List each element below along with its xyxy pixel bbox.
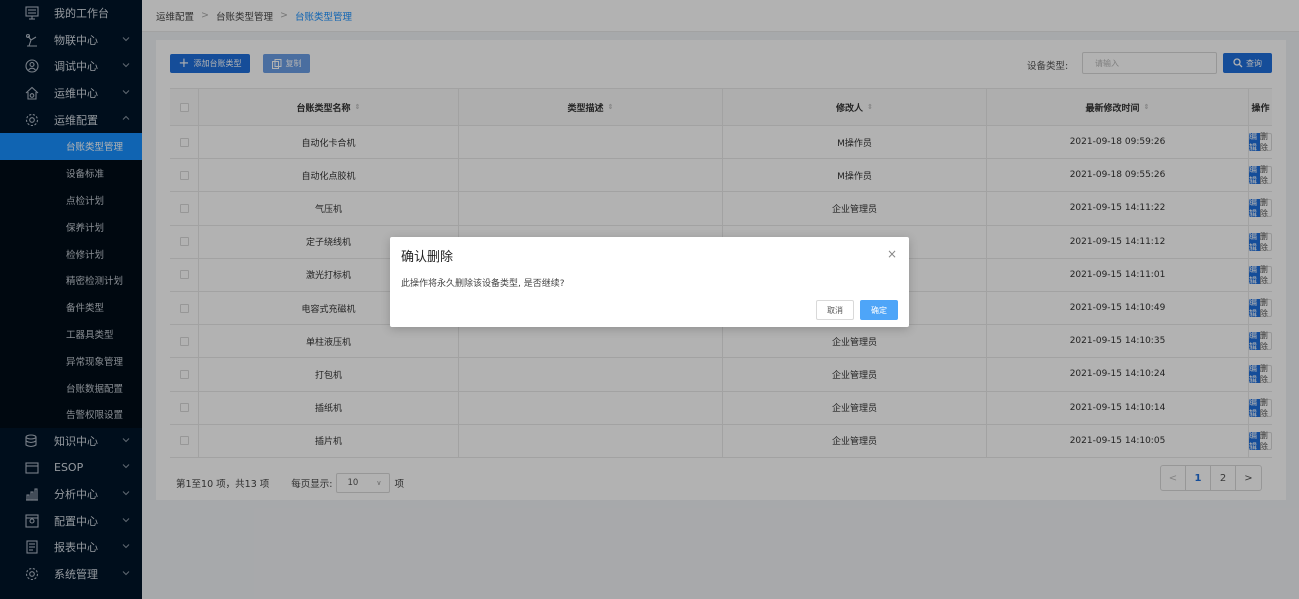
- confirm-delete-dialog: 确认删除 × 此操作将永久删除该设备类型, 是否继续? 取消 确定: [390, 237, 909, 327]
- dialog-title: 确认删除: [401, 250, 454, 265]
- cancel-button[interactable]: 取消: [816, 300, 854, 320]
- close-icon[interactable]: ×: [887, 247, 897, 261]
- confirm-button[interactable]: 确定: [860, 300, 898, 320]
- dialog-message: 此操作将永久删除该设备类型, 是否继续?: [401, 279, 565, 289]
